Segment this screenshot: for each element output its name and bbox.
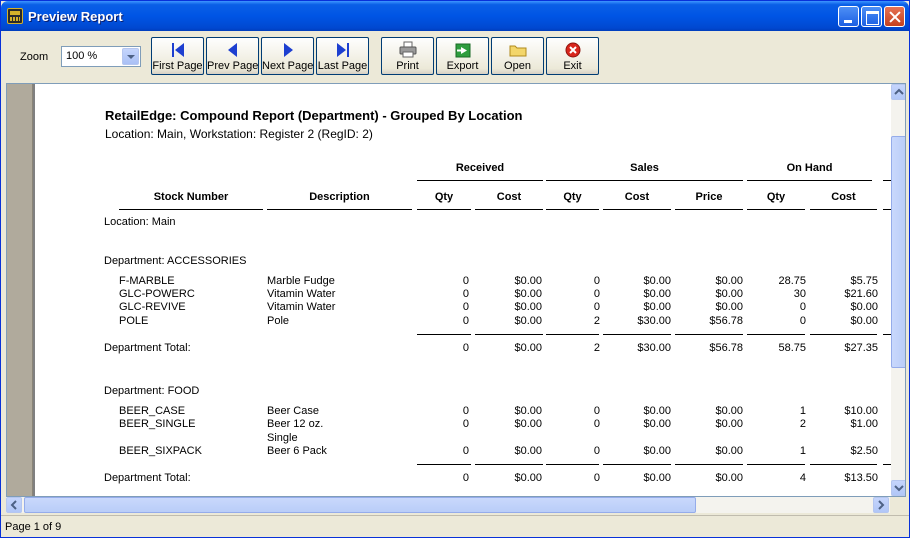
last-page-button[interactable]: Last Page	[316, 37, 369, 75]
group-header-sales: Sales	[630, 162, 659, 174]
report-subtitle: Location: Main, Workstation: Register 2 …	[105, 127, 373, 141]
first-page-icon	[171, 43, 184, 57]
toolbar: Zoom 100 % First Page Prev Page Next Pag…	[3, 31, 909, 81]
page-indicator: Page 1 of 9	[5, 521, 62, 533]
chevron-down-icon	[894, 485, 904, 492]
location-label: Location: Main	[104, 216, 176, 228]
report-viewport[interactable]: RetailEdge: Compound Report (Department)…	[6, 83, 906, 497]
chevron-up-icon	[894, 88, 904, 95]
horizontal-scrollbar[interactable]	[6, 497, 890, 513]
maximize-button[interactable]	[861, 6, 882, 27]
last-page-icon	[336, 43, 349, 57]
page-margin	[7, 84, 33, 496]
col-header-onhand-cost: Cost	[831, 191, 856, 203]
scrollbar-corner	[890, 497, 906, 513]
horizontal-scroll-thumb[interactable]	[24, 497, 696, 513]
export-icon	[455, 43, 470, 58]
col-header-received-qty: Qty	[434, 191, 454, 203]
col-header-sales-cost: Cost	[624, 191, 650, 203]
scroll-right-button[interactable]	[873, 497, 889, 513]
department-label: Department: ACCESSORIES	[104, 255, 247, 267]
scroll-up-button[interactable]	[891, 84, 905, 100]
scroll-down-button[interactable]	[891, 480, 905, 496]
zoom-label: Zoom	[20, 51, 49, 63]
preview-report-window: Preview Report Zoom 100 % First Page Pre…	[0, 0, 910, 538]
report-page: RetailEdge: Compound Report (Department)…	[35, 84, 892, 496]
zoom-value: 100 %	[66, 50, 98, 62]
window-title: Preview Report	[28, 9, 123, 24]
prev-page-button[interactable]: Prev Page	[206, 37, 259, 75]
col-header-onhand-qty: Qty	[766, 191, 786, 203]
title-bar[interactable]: Preview Report	[1, 1, 909, 31]
report-title: RetailEdge: Compound Report (Department)…	[105, 108, 523, 123]
minimize-button[interactable]	[838, 6, 859, 27]
vertical-scrollbar[interactable]	[891, 84, 905, 496]
app-icon	[7, 8, 23, 24]
group-header-received: Received	[455, 162, 505, 174]
department-label: Department: FOOD	[104, 385, 200, 397]
printer-icon	[399, 41, 416, 58]
group-header-on-hand: On Hand	[786, 162, 833, 174]
first-page-button[interactable]: First Page	[151, 37, 204, 75]
col-header-sales-qty: Qty	[563, 191, 582, 203]
col-header-received-cost: Cost	[496, 191, 522, 203]
chevron-right-icon	[878, 500, 885, 510]
col-header-sales-price: Price	[695, 191, 723, 203]
folder-icon	[509, 45, 526, 57]
col-header-description: Description	[309, 191, 370, 203]
status-bar: Page 1 of 9	[1, 515, 909, 537]
close-button[interactable]	[884, 6, 905, 27]
col-header-stock-number: Stock Number	[153, 191, 229, 203]
open-button[interactable]: Open	[491, 37, 544, 75]
export-button[interactable]: Export	[436, 37, 489, 75]
next-page-button[interactable]: Next Page	[261, 37, 314, 75]
next-page-icon	[283, 43, 293, 57]
exit-button[interactable]: Exit	[546, 37, 599, 75]
exit-icon	[565, 42, 580, 58]
print-button[interactable]: Print	[381, 37, 434, 75]
chevron-left-icon	[10, 500, 17, 510]
zoom-select[interactable]: 100 %	[61, 46, 141, 67]
vertical-scroll-thumb[interactable]	[891, 136, 905, 368]
scroll-left-button[interactable]	[6, 497, 22, 513]
chevron-down-icon[interactable]	[122, 48, 139, 65]
prev-page-icon	[227, 43, 237, 57]
